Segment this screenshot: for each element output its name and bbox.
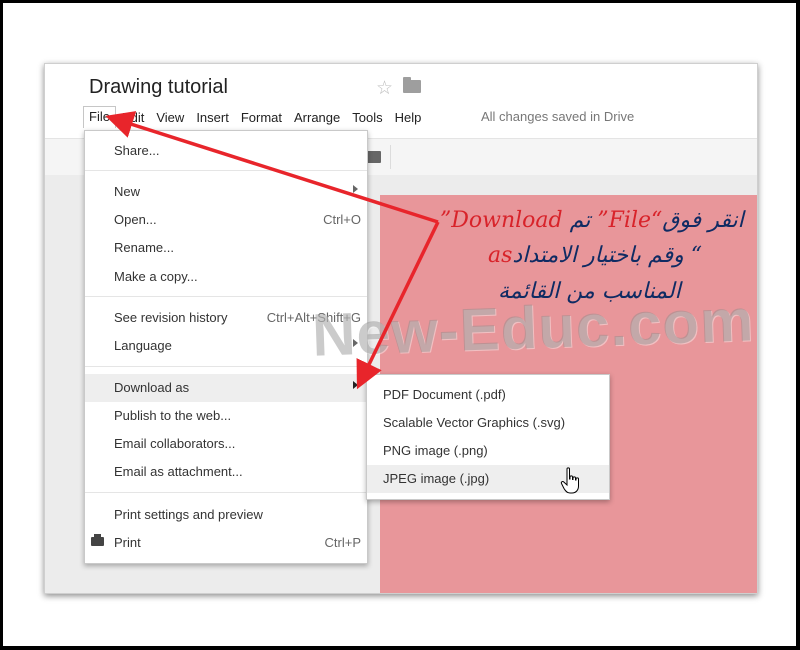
menu-item-share[interactable]: Share...: [85, 137, 367, 165]
annotation-line-3: المناسب من القائمة: [498, 279, 681, 304]
toolbar-divider: [390, 145, 391, 169]
menu-item-print-settings[interactable]: Print settings and preview: [85, 501, 367, 529]
document-title[interactable]: Drawing tutorial: [89, 76, 228, 99]
menu-divider: [85, 492, 367, 493]
menu-item-open[interactable]: Open... Ctrl+O: [85, 206, 367, 234]
menu-divider: [85, 296, 367, 297]
menu-edit[interactable]: Edit: [116, 107, 150, 128]
image-icon[interactable]: [367, 151, 381, 163]
menu-insert[interactable]: Insert: [190, 107, 235, 128]
printer-icon: [91, 534, 104, 546]
annotation-line-1: انقر فوق“File” تم Download”: [440, 208, 744, 233]
shortcut-print: Ctrl+P: [324, 535, 361, 550]
menu-help[interactable]: Help: [389, 107, 428, 128]
download-svg[interactable]: Scalable Vector Graphics (.svg): [367, 409, 609, 437]
shortcut-open: Ctrl+O: [323, 212, 361, 227]
menu-item-make-copy[interactable]: Make a copy...: [85, 263, 367, 291]
menu-item-download-as[interactable]: Download as: [85, 374, 367, 402]
menu-item-publish[interactable]: Publish to the web...: [85, 402, 367, 430]
download-pdf[interactable]: PDF Document (.pdf): [367, 381, 609, 409]
menu-item-print[interactable]: Print Ctrl+P: [85, 529, 367, 557]
submenu-arrow-icon: [353, 381, 358, 389]
menu-item-email-collaborators[interactable]: Email collaborators...: [85, 430, 367, 458]
menu-file[interactable]: File: [83, 106, 116, 128]
menu-item-rename[interactable]: Rename...: [85, 234, 367, 262]
save-status: All changes saved in Drive: [481, 109, 635, 124]
menu-item-new[interactable]: New: [85, 178, 367, 206]
hand-pointer-icon: [560, 467, 579, 494]
menu-view[interactable]: View: [150, 107, 190, 128]
menu-bar: File Edit View Insert Format Arrange Too…: [83, 106, 427, 128]
menu-divider: [85, 170, 367, 171]
folder-icon[interactable]: [403, 77, 421, 93]
download-png[interactable]: PNG image (.png): [367, 437, 609, 465]
annotation-line-2: “ وقم باختيار الامتدادas: [488, 243, 702, 268]
menu-tools[interactable]: Tools: [346, 107, 388, 128]
menu-arrange[interactable]: Arrange: [288, 107, 346, 128]
submenu-arrow-icon: [353, 185, 358, 193]
menu-item-email-attachment[interactable]: Email as attachment...: [85, 458, 367, 486]
star-icon[interactable]: ☆: [376, 77, 393, 100]
menu-format[interactable]: Format: [235, 107, 288, 128]
